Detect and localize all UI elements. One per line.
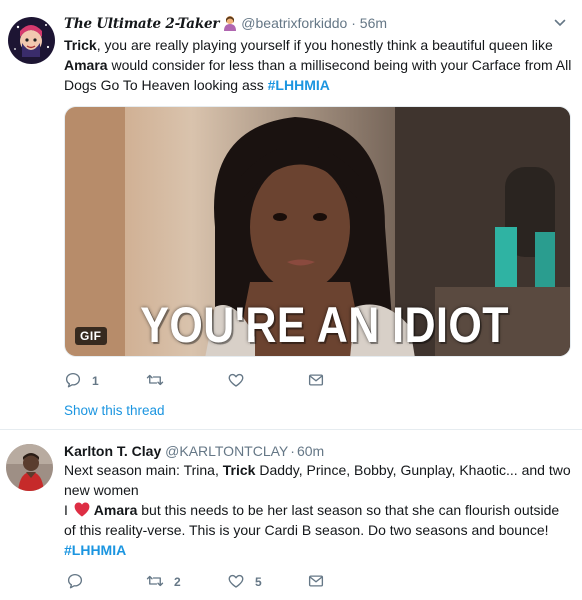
text-segment: , you are really playing yourself if you… — [96, 37, 553, 53]
tweet-line: Next season main: Trina, Trick Daddy, Pr… — [64, 460, 572, 500]
person-emoji — [222, 15, 238, 31]
retweet-icon — [146, 572, 164, 593]
mention-bold: Amara — [93, 502, 138, 518]
hashtag-link[interactable]: #LHHMIA — [64, 542, 126, 558]
separator-dot: · — [290, 443, 295, 459]
text-segment: I — [64, 502, 72, 518]
tweet-line: I Amara but this needs to be her last se… — [64, 500, 572, 540]
like-icon — [227, 371, 245, 392]
user-handle[interactable]: @beatrixforkiddo — [241, 15, 347, 31]
retweet-count: 2 — [174, 575, 181, 589]
display-name[interactable]: The Ultimate 2-Taker — [64, 16, 219, 32]
retweet-icon — [146, 371, 164, 392]
retweet-button[interactable]: 2 — [146, 572, 181, 592]
tweet-header: Karlton T. Clay @KARLTONTCLAY · 60m — [64, 442, 324, 460]
tweet-actions: 2 5 — [64, 572, 364, 592]
like-button[interactable]: 5 — [227, 572, 262, 592]
like-count: 5 — [255, 575, 262, 589]
avatar[interactable] — [6, 444, 53, 491]
hashtag-link[interactable]: #LHHMIA — [268, 77, 330, 93]
retweet-button[interactable] — [146, 371, 174, 391]
tweet[interactable]: The Ultimate 2-Taker @beatrixforkiddo · 5… — [0, 0, 582, 429]
tweet-line: #LHHMIA — [64, 540, 572, 560]
red-heart-emoji — [74, 502, 90, 517]
user-handle[interactable]: @KARLTONTCLAY — [165, 443, 288, 459]
reply-icon — [64, 371, 82, 392]
reply-icon — [66, 572, 84, 593]
tweet-text: Trick, you are really playing yourself i… — [64, 35, 572, 95]
mention-bold: Amara — [64, 57, 108, 73]
reply-button[interactable]: 1 — [64, 371, 99, 391]
display-name[interactable]: Karlton T. Clay — [64, 443, 161, 459]
reply-count: 1 — [92, 374, 99, 388]
gif-media[interactable]: YOU'RE AN IDIOT GIF — [64, 106, 571, 357]
mention-bold: Trick — [64, 37, 97, 53]
direct-message-icon — [307, 572, 325, 593]
tweet[interactable]: Karlton T. Clay @KARLTONTCLAY · 60m Next s… — [0, 430, 582, 600]
direct-message-button[interactable] — [307, 371, 325, 391]
gif-caption: YOU'RE AN IDIOT — [140, 297, 509, 353]
timestamp[interactable]: 56m — [360, 15, 387, 31]
direct-message-button[interactable] — [307, 572, 325, 592]
timestamp[interactable]: 60m — [297, 443, 324, 459]
like-button[interactable] — [227, 371, 255, 391]
tweet-actions: 1 — [64, 371, 364, 391]
show-thread-link[interactable]: Show this thread — [64, 403, 165, 418]
reply-button[interactable] — [66, 572, 94, 592]
avatar[interactable] — [8, 17, 55, 64]
chevron-down-icon[interactable] — [554, 16, 566, 28]
tweet-header: The Ultimate 2-Taker @beatrixforkiddo · 5… — [64, 14, 387, 33]
mention-bold: Trick — [222, 462, 256, 478]
gif-badge: GIF — [75, 327, 107, 345]
text-segment: but this needs to be her last season so … — [64, 502, 560, 538]
tweet-text: Next season main: Trina, Trick Daddy, Pr… — [64, 460, 572, 560]
separator-dot: · — [351, 15, 356, 31]
like-icon — [227, 572, 245, 593]
direct-message-icon — [307, 371, 325, 392]
text-segment: Next season main: Trina, — [64, 462, 223, 478]
